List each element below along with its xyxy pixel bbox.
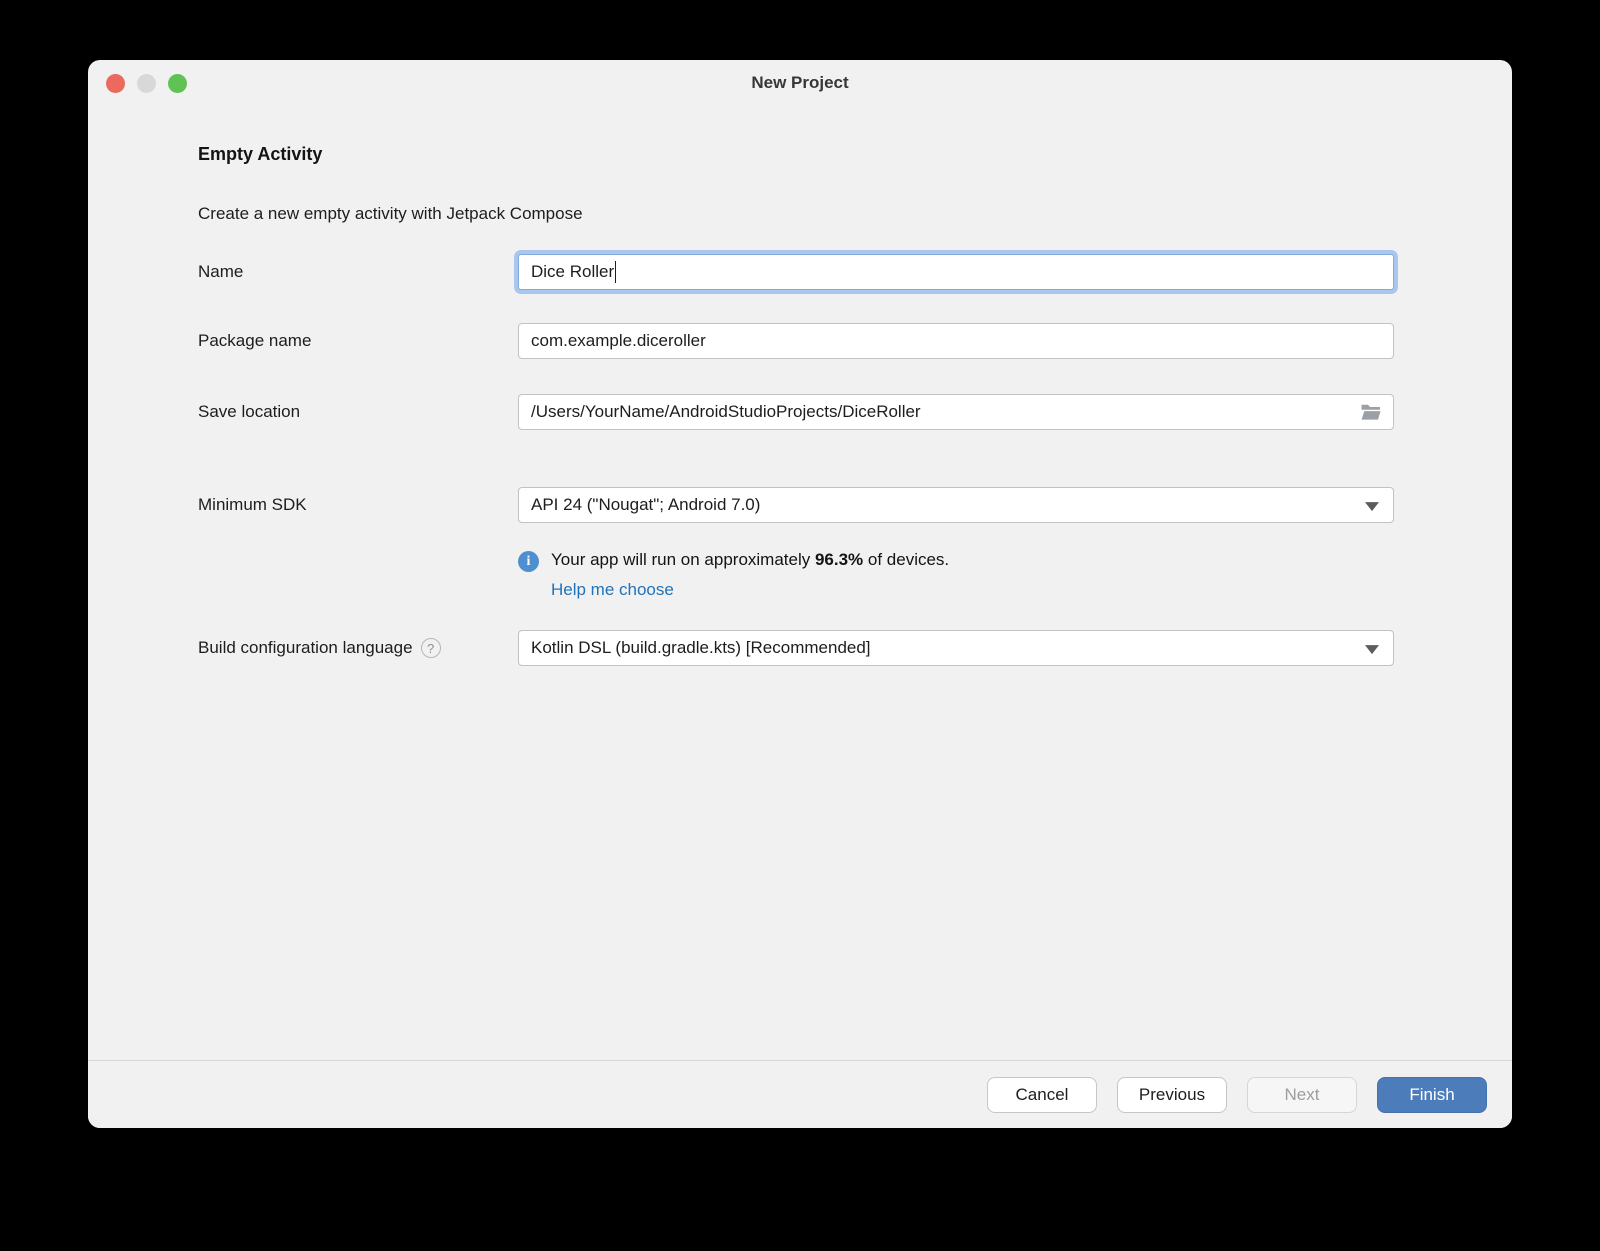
build-config-label: Build configuration language — [198, 638, 413, 658]
info-icon: i — [518, 551, 539, 572]
name-row: Name Dice Roller — [198, 254, 1394, 290]
sdk-info-text: Your app will run on approximately 96.3%… — [551, 550, 949, 570]
device-percentage: 96.3% — [815, 550, 863, 569]
package-name-input[interactable]: com.example.diceroller — [518, 323, 1394, 359]
new-project-dialog: New Project Empty Activity Create a new … — [88, 60, 1512, 1128]
save-location-label: Save location — [198, 402, 518, 422]
package-name-input-value: com.example.diceroller — [531, 331, 706, 351]
dialog-content: Empty Activity Create a new empty activi… — [88, 144, 1512, 666]
name-input[interactable]: Dice Roller — [518, 254, 1394, 290]
save-location-row: Save location /Users/YourName/AndroidStu… — [198, 394, 1394, 430]
traffic-lights — [106, 60, 187, 106]
build-config-dropdown[interactable]: Kotlin DSL (build.gradle.kts) [Recommend… — [518, 630, 1394, 666]
chevron-down-icon — [1365, 502, 1379, 511]
package-name-row: Package name com.example.diceroller — [198, 323, 1394, 359]
page-title: Empty Activity — [198, 144, 1394, 165]
name-input-value: Dice Roller — [531, 262, 614, 282]
folder-icon[interactable] — [1360, 403, 1382, 421]
new-project-form: Name Dice Roller Package name com.exampl… — [198, 254, 1394, 666]
name-label: Name — [198, 262, 518, 282]
titlebar: New Project — [88, 60, 1512, 106]
page-subtitle: Create a new empty activity with Jetpack… — [198, 204, 1394, 224]
save-location-input[interactable]: /Users/YourName/AndroidStudioProjects/Di… — [518, 394, 1394, 430]
build-config-row: Build configuration language ? Kotlin DS… — [198, 630, 1394, 666]
finish-button[interactable]: Finish — [1377, 1077, 1487, 1113]
previous-button[interactable]: Previous — [1117, 1077, 1227, 1113]
question-mark-icon[interactable]: ? — [421, 638, 441, 658]
cancel-button[interactable]: Cancel — [987, 1077, 1097, 1113]
next-button: Next — [1247, 1077, 1357, 1113]
text-caret — [615, 261, 616, 283]
close-window-button[interactable] — [106, 74, 125, 93]
help-me-choose-link[interactable]: Help me choose — [551, 580, 674, 600]
sdk-info-block: i Your app will run on approximately 96.… — [198, 550, 1394, 600]
window-title: New Project — [751, 73, 848, 93]
minimum-sdk-dropdown[interactable]: API 24 ("Nougat"; Android 7.0) — [518, 487, 1394, 523]
minimum-sdk-row: Minimum SDK API 24 ("Nougat"; Android 7.… — [198, 487, 1394, 523]
minimum-sdk-label: Minimum SDK — [198, 495, 518, 515]
minimize-window-button[interactable] — [137, 74, 156, 93]
build-config-selected-value: Kotlin DSL (build.gradle.kts) [Recommend… — [531, 638, 871, 658]
minimum-sdk-selected-value: API 24 ("Nougat"; Android 7.0) — [531, 495, 760, 515]
chevron-down-icon — [1365, 645, 1379, 654]
dialog-footer: Cancel Previous Next Finish — [88, 1060, 1512, 1128]
save-location-input-value: /Users/YourName/AndroidStudioProjects/Di… — [531, 402, 921, 422]
zoom-window-button[interactable] — [168, 74, 187, 93]
package-name-label: Package name — [198, 331, 518, 351]
